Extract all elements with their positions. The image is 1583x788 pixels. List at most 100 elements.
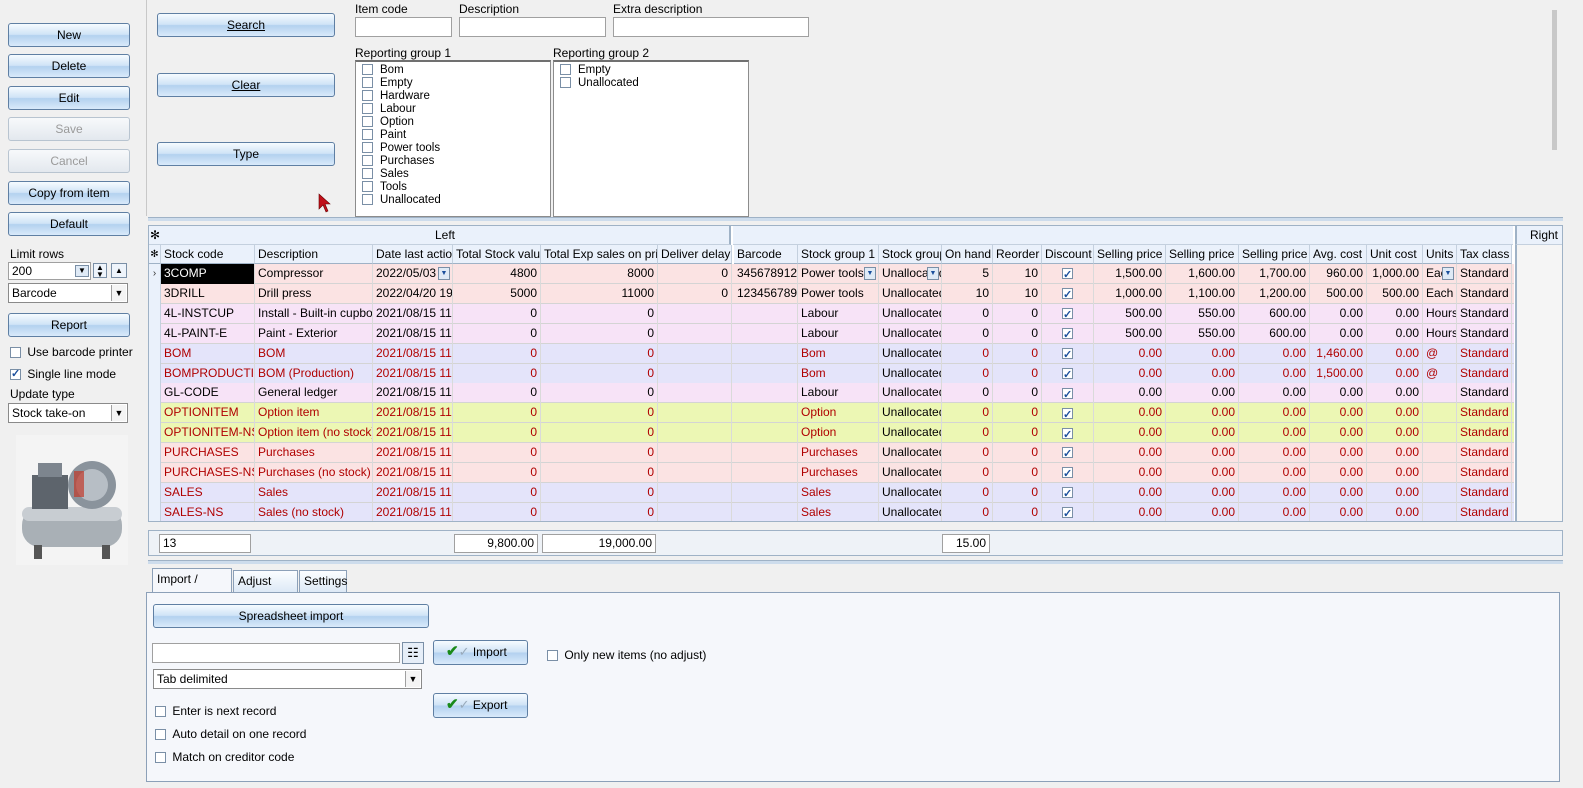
table-row[interactable]: 4L-INSTCUPInstall - Built-in cupboard202… <box>149 303 1514 324</box>
chevron-up-icon[interactable]: ▲ <box>111 263 127 278</box>
cell-reorder[interactable]: 0 <box>993 303 1042 324</box>
cell-tes[interactable]: 0 <box>541 323 658 344</box>
column-header[interactable]: Stock group 1 <box>798 245 879 264</box>
spreadsheet-import-button[interactable]: Spreadsheet import <box>153 604 429 628</box>
cell-units[interactable] <box>1423 423 1457 444</box>
cell-tes[interactable]: 0 <box>541 482 658 503</box>
spinner-icon[interactable]: ▲ ▼ <box>93 263 107 279</box>
cell-sp2[interactable]: 1,100.00 <box>1166 283 1239 304</box>
list-item[interactable]: Empty <box>554 64 748 77</box>
column-header[interactable]: Total Exp sales on price <box>541 245 658 264</box>
cell-onhand[interactable]: 0 <box>942 363 993 384</box>
cell-sp3[interactable]: 0.00 <box>1239 443 1310 464</box>
cell-unit[interactable]: 500.00 <box>1367 283 1423 304</box>
checkbox-checked-icon[interactable] <box>1062 445 1073 463</box>
chevron-down-icon[interactable]: ▼ <box>438 267 450 280</box>
list-item[interactable]: Hardware <box>356 90 550 103</box>
cell-unit[interactable]: 0.00 <box>1367 482 1423 503</box>
cell-tax[interactable]: Standard rate <box>1457 383 1512 404</box>
cell-date[interactable]: 2021/08/15 11: <box>373 502 453 521</box>
cell-sg1[interactable]: Labour <box>798 383 879 404</box>
cell-tes[interactable]: 0 <box>541 403 658 424</box>
search-button[interactable]: Search <box>157 13 335 37</box>
cell-units[interactable] <box>1423 383 1457 404</box>
cell-sp2[interactable]: 0.00 <box>1166 343 1239 364</box>
cell-sp3[interactable]: 0.00 <box>1239 403 1310 424</box>
column-header[interactable]: Selling price 2 <box>1166 245 1239 264</box>
cell-avg[interactable]: 0.00 <box>1310 482 1367 503</box>
bottom-splitter[interactable] <box>148 560 1563 564</box>
filter-scrollbar[interactable] <box>1549 0 1563 216</box>
cell-reorder[interactable]: 0 <box>993 343 1042 364</box>
cell-delay[interactable] <box>658 482 732 503</box>
cell-tsv[interactable]: 0 <box>453 482 541 503</box>
cell-disc[interactable] <box>1042 423 1094 444</box>
cell-sp1[interactable]: 0.00 <box>1094 482 1166 503</box>
cell-sg1[interactable]: Option <box>798 423 879 444</box>
list-item[interactable]: Paint <box>356 129 550 142</box>
cell-sp1[interactable]: 500.00 <box>1094 323 1166 344</box>
cell-sg[interactable]: Unallocated <box>879 363 942 384</box>
checkbox-icon[interactable] <box>362 129 373 141</box>
checkbox-checked-icon[interactable] <box>1062 326 1073 344</box>
cell-sg[interactable]: Unallocated <box>879 443 942 464</box>
cell-date[interactable]: 2021/08/15 11: <box>373 423 453 444</box>
cell-reorder[interactable]: 0 <box>993 363 1042 384</box>
dropdown-arrow-icon[interactable]: ▼ <box>111 405 126 421</box>
cell-tax[interactable]: Standard rate <box>1457 463 1512 483</box>
cell-tes[interactable]: 0 <box>541 343 658 364</box>
cell-unit[interactable]: 0.00 <box>1367 303 1423 324</box>
enter-is-next-checkbox[interactable]: Enter is next record <box>155 704 276 718</box>
cell-sp3[interactable]: 0.00 <box>1239 502 1310 521</box>
row-selector[interactable] <box>149 363 161 384</box>
cell-sg[interactable]: Unallocated <box>879 343 942 364</box>
cell-sp1[interactable]: 0.00 <box>1094 463 1166 483</box>
cell-delay[interactable] <box>658 363 732 384</box>
checkbox-icon[interactable] <box>362 168 373 180</box>
cell-tes[interactable]: 0 <box>541 303 658 324</box>
cell-date[interactable]: 2021/08/15 11: <box>373 383 453 404</box>
cell-sp1[interactable]: 0.00 <box>1094 423 1166 444</box>
cell-sp2[interactable]: 0.00 <box>1166 443 1239 464</box>
cell-onhand[interactable]: 0 <box>942 423 993 444</box>
checkbox-icon[interactable] <box>560 64 571 76</box>
cell-tax[interactable]: Standard rate <box>1457 264 1512 284</box>
cell-tsv[interactable]: 5000 <box>453 283 541 304</box>
cell-sg1[interactable]: Power tools <box>798 283 879 304</box>
cell-desc[interactable]: Install - Built-in cupboard <box>255 303 373 324</box>
list-item[interactable]: Power tools <box>356 142 550 155</box>
cell-sg[interactable]: Unallocated ▼ <box>879 264 942 284</box>
chevron-down-icon[interactable]: ▼ <box>927 267 939 280</box>
edit-button[interactable]: Edit <box>8 86 130 110</box>
cell-reorder[interactable]: 10 <box>993 264 1042 284</box>
cell-tes[interactable]: 0 <box>541 502 658 521</box>
cell-avg[interactable]: 0.00 <box>1310 303 1367 324</box>
cell-disc[interactable] <box>1042 443 1094 464</box>
cell-sp1[interactable]: 1,000.00 <box>1094 283 1166 304</box>
cell-tax[interactable]: Standard rate <box>1457 303 1512 324</box>
table-row[interactable]: OPTIONITEM-NS Option item (no stock) 2021/… <box>149 423 1514 444</box>
cell-disc[interactable] <box>1042 502 1094 521</box>
cell-sp3[interactable]: 1,700.00 <box>1239 264 1310 284</box>
column-header[interactable]: Barcode <box>734 245 798 264</box>
checkbox-checked-icon[interactable] <box>1062 465 1073 483</box>
cell-onhand[interactable]: 0 <box>942 383 993 404</box>
cell-units[interactable]: @ <box>1423 343 1457 364</box>
cell-tes[interactable]: 0 <box>541 443 658 464</box>
cell-desc[interactable]: Option item <box>255 403 373 424</box>
cell-desc[interactable]: BOM (Production) <box>255 363 373 384</box>
cell-tsv[interactable]: 0 <box>453 343 541 364</box>
cell-desc[interactable]: Purchases <box>255 443 373 464</box>
extra-description-input[interactable] <box>613 17 809 37</box>
cell-tax[interactable]: Standard rate <box>1457 482 1512 503</box>
cell-barcode[interactable] <box>734 323 798 344</box>
cell-disc[interactable] <box>1042 463 1094 483</box>
cell-tsv[interactable]: 0 <box>453 423 541 444</box>
use-barcode-printer-checkbox[interactable]: Use barcode printer <box>10 345 133 359</box>
checkbox-icon[interactable] <box>547 650 558 662</box>
checkbox-icon[interactable] <box>362 194 373 206</box>
checkbox-icon[interactable] <box>155 729 166 741</box>
list-item[interactable]: Unallocated <box>554 77 748 90</box>
column-header[interactable]: On hand <box>942 245 993 264</box>
column-header[interactable]: Avg. cost <box>1310 245 1367 264</box>
